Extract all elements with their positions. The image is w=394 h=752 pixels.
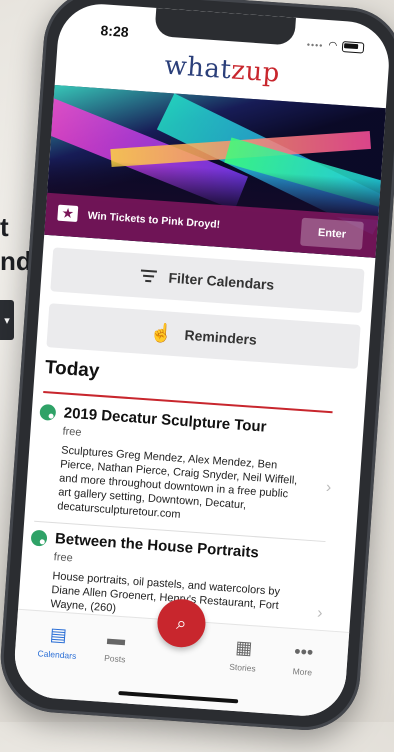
reminders-label: Reminders xyxy=(184,326,258,348)
calendar-icon: ▤ xyxy=(49,624,68,646)
logo-zup: zup xyxy=(230,55,281,89)
stories-icon: ▦ xyxy=(234,637,254,659)
search-icon: ⌕ xyxy=(175,612,188,634)
tab-label: Posts xyxy=(103,652,126,665)
posts-icon: ▬ xyxy=(106,628,126,650)
filter-icon xyxy=(140,269,158,283)
tab-calendars[interactable]: ▤ Calendars xyxy=(27,623,89,662)
tab-label: Calendars xyxy=(37,648,77,661)
palette-icon xyxy=(39,403,57,421)
wifi-icon: ◠ xyxy=(327,40,338,52)
status-icons: •••• ◠ xyxy=(306,39,365,54)
home-indicator[interactable] xyxy=(118,690,239,704)
palette-icon xyxy=(30,529,48,547)
promo-text: Win Tickets to Pink Droyd! xyxy=(87,209,221,231)
status-time: 8:28 xyxy=(100,22,130,41)
promo-banner[interactable]: ★ Win Tickets to Pink Droyd! Enter xyxy=(44,85,386,258)
app-screen: 8:28 •••• ◠ whatzup ★ Win Tickets to Pin… xyxy=(11,1,392,719)
section-title: Today xyxy=(44,357,101,382)
event-description: Sculptures Greg Mendez, Alex Mendez, Ben… xyxy=(56,444,298,521)
enter-button[interactable]: Enter xyxy=(300,217,364,250)
event-list-item[interactable]: 2019 Decatur Sculpture Tour free Sculptu… xyxy=(33,403,332,532)
signal-icon: •••• xyxy=(306,39,324,51)
filter-calendars-button[interactable]: Filter Calendars xyxy=(50,247,365,314)
battery-icon xyxy=(341,41,365,54)
chevron-right-icon: › xyxy=(325,478,332,497)
background-chip: ▾ xyxy=(0,300,14,340)
phone-frame: 8:28 •••• ◠ whatzup ★ Win Tickets to Pin… xyxy=(0,0,394,734)
tab-stories[interactable]: ▦ Stories xyxy=(212,636,274,675)
ticket-icon: ★ xyxy=(57,204,79,222)
hand-tap-icon: ☝ xyxy=(149,321,174,344)
chevron-right-icon: › xyxy=(316,604,324,623)
logo-what: what xyxy=(163,50,233,86)
reminders-button[interactable]: ☝ Reminders xyxy=(46,303,361,369)
filter-label: Filter Calendars xyxy=(168,269,275,293)
tab-label: Stories xyxy=(228,661,257,674)
tab-posts[interactable]: ▬ Posts xyxy=(85,627,147,666)
tab-more[interactable]: ••• More xyxy=(272,640,334,679)
tab-label: More xyxy=(292,666,313,678)
more-icon: ••• xyxy=(293,641,314,663)
background-text-1: t xyxy=(0,212,9,242)
phone-mockup: 8:28 •••• ◠ whatzup ★ Win Tickets to Pin… xyxy=(0,0,394,752)
